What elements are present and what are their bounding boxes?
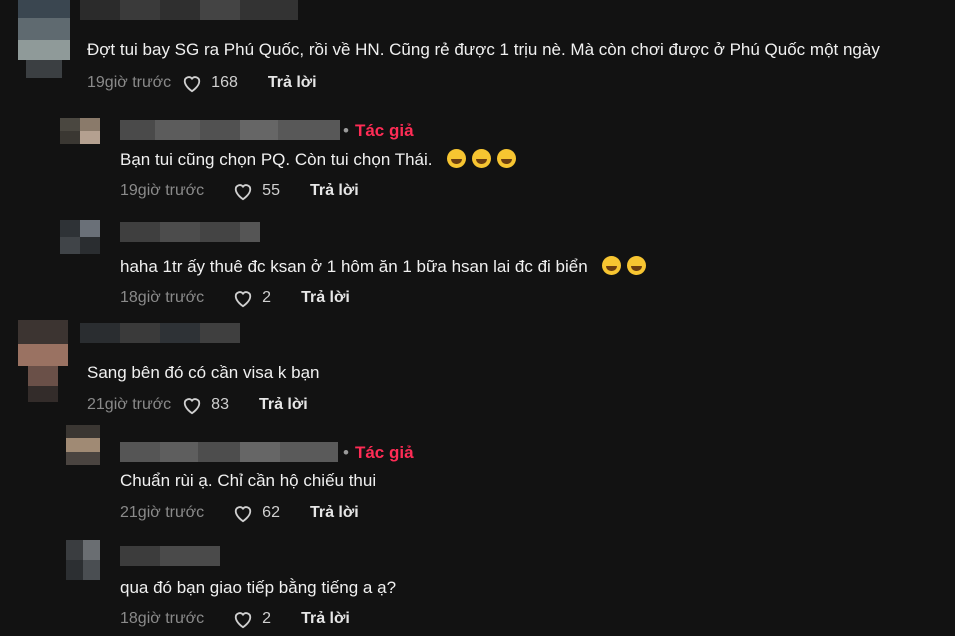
timestamp: 19giờ trước bbox=[87, 74, 172, 91]
username-blurred[interactable] bbox=[120, 120, 340, 140]
comment-text: Chuẩn rùi ạ. Chỉ cần hộ chiếu thui bbox=[120, 471, 377, 490]
like-button[interactable]: 2 bbox=[232, 288, 271, 308]
like-count: 55 bbox=[262, 182, 280, 199]
username-blurred[interactable] bbox=[80, 323, 240, 343]
like-button[interactable]: 62 bbox=[232, 503, 280, 523]
comment-meta: 21giờ trước 83 Trả lời bbox=[87, 395, 308, 415]
comment-meta: 19giờ trước 55 Trả lời bbox=[120, 181, 359, 201]
like-count: 168 bbox=[211, 74, 238, 91]
heart-icon bbox=[183, 398, 201, 415]
comment-item: Sang bên đó có cần visa k bạn 21giờ trướ… bbox=[0, 315, 955, 425]
reply-item: qua đó bạn giao tiếp bằng tiếng a ạ? 18g… bbox=[0, 530, 955, 636]
rolling-laughing-emoji bbox=[497, 149, 517, 168]
comment-text: Đợt tui bay SG ra Phú Quốc, rồi về HN. C… bbox=[87, 40, 880, 59]
timestamp: 18giờ trước bbox=[120, 610, 205, 627]
avatar[interactable] bbox=[66, 425, 100, 465]
reply-button[interactable]: Trả lời bbox=[310, 504, 359, 522]
comment-meta: 19giờ trước 168 Trả lời bbox=[87, 73, 317, 93]
like-count: 2 bbox=[262, 610, 272, 627]
author-badge: • Tác giả bbox=[343, 443, 414, 462]
avatar[interactable] bbox=[66, 540, 100, 580]
timestamp: 21giờ trước bbox=[120, 504, 205, 521]
username-blurred[interactable] bbox=[120, 442, 338, 462]
reply-button[interactable]: Trả lời bbox=[310, 182, 359, 200]
avatar[interactable] bbox=[60, 220, 100, 254]
comment-text: Sang bên đó có cần visa k bạn bbox=[87, 363, 320, 382]
heart-icon bbox=[234, 612, 252, 629]
reply-button[interactable]: Trả lời bbox=[301, 610, 350, 628]
timestamp: 19giờ trước bbox=[120, 182, 205, 199]
comment-item: Đợt tui bay SG ra Phú Quốc, rồi về HN. C… bbox=[0, 0, 955, 100]
like-button[interactable]: 2 bbox=[232, 609, 271, 629]
avatar[interactable] bbox=[60, 118, 100, 144]
heart-icon bbox=[183, 76, 201, 93]
avatar[interactable] bbox=[18, 0, 70, 78]
username-blurred[interactable] bbox=[120, 546, 220, 566]
like-button[interactable]: 168 bbox=[181, 73, 238, 93]
like-button[interactable]: 83 bbox=[181, 395, 229, 415]
comment-text: haha 1tr ấy thuê đc ksan ở 1 hôm ăn 1 bữ… bbox=[120, 256, 647, 277]
reply-button[interactable]: Trả lời bbox=[301, 289, 350, 307]
comment-meta: 21giờ trước 62 Trả lời bbox=[120, 503, 359, 523]
tears-of-joy-emoji bbox=[627, 256, 647, 275]
like-count: 2 bbox=[262, 289, 272, 306]
timestamp: 18giờ trước bbox=[120, 289, 205, 306]
rolling-laughing-emoji bbox=[447, 149, 467, 168]
like-count: 83 bbox=[211, 396, 229, 413]
comment-text: qua đó bạn giao tiếp bằng tiếng a ạ? bbox=[120, 578, 397, 597]
timestamp: 21giờ trước bbox=[87, 396, 172, 413]
like-count: 62 bbox=[262, 504, 280, 521]
comment-text: Bạn tui cũng chọn PQ. Còn tui chọn Thái. bbox=[120, 149, 517, 170]
username-blurred[interactable] bbox=[80, 0, 298, 20]
heart-icon bbox=[234, 291, 252, 308]
avatar[interactable] bbox=[18, 320, 68, 402]
heart-icon bbox=[234, 506, 252, 523]
tears-of-joy-emoji bbox=[602, 256, 622, 275]
reply-item: haha 1tr ấy thuê đc ksan ở 1 hôm ăn 1 bữ… bbox=[0, 210, 955, 315]
comment-meta: 18giờ trước 2 Trả lời bbox=[120, 288, 350, 308]
reply-button[interactable]: Trả lời bbox=[259, 396, 308, 414]
like-button[interactable]: 55 bbox=[232, 181, 280, 201]
rolling-laughing-emoji bbox=[472, 149, 492, 168]
comment-meta: 18giờ trước 2 Trả lời bbox=[120, 609, 350, 629]
heart-icon bbox=[234, 184, 252, 201]
reply-button[interactable]: Trả lời bbox=[268, 74, 317, 92]
author-badge: • Tác giả bbox=[343, 121, 414, 140]
username-blurred[interactable] bbox=[120, 222, 260, 242]
reply-item: • Tác giả Bạn tui cũng chọn PQ. Còn tui c… bbox=[0, 100, 955, 210]
reply-item: • Tác giả Chuẩn rùi ạ. Chỉ cần hộ chiếu t… bbox=[0, 425, 955, 530]
